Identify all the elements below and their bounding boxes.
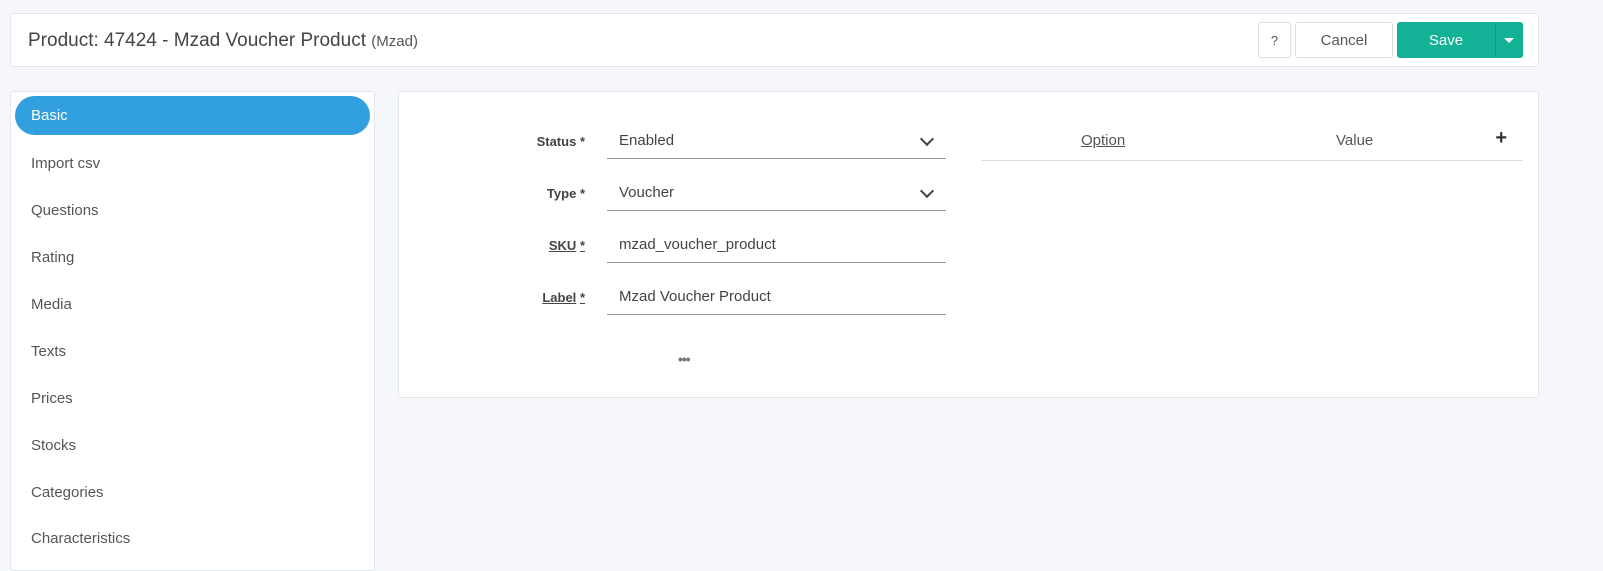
- sidebar-item-prices[interactable]: Prices: [15, 379, 370, 418]
- sku-input[interactable]: mzad_voucher_product: [607, 227, 946, 263]
- more-fields-toggle[interactable]: •••: [678, 351, 691, 367]
- sidebar-item-categories[interactable]: Categories: [15, 473, 370, 512]
- required-marker: *: [579, 238, 585, 253]
- caret-down-icon: [1504, 37, 1514, 43]
- add-option-icon[interactable]: +: [1495, 127, 1507, 150]
- sidebar-item-basic[interactable]: Basic: [15, 96, 370, 135]
- label-value: Mzad Voucher Product: [619, 288, 771, 305]
- help-button[interactable]: ?: [1258, 22, 1291, 58]
- option-column-header[interactable]: Option: [1081, 132, 1125, 149]
- sku-label: SKU *: [399, 238, 585, 253]
- value-column-header: Value: [1336, 132, 1374, 149]
- sidebar-item-import-csv[interactable]: Import csv: [15, 144, 370, 183]
- required-marker: *: [579, 186, 585, 201]
- basic-form-panel: Status * Enabled Type * Voucher SKU * mz…: [398, 91, 1539, 398]
- label-label-text: Label: [542, 290, 577, 305]
- sku-value: mzad_voucher_product: [619, 236, 776, 253]
- save-options-dropdown-button[interactable]: [1495, 22, 1523, 58]
- type-label-text: Type: [546, 186, 577, 201]
- sku-label-text: SKU: [548, 238, 577, 253]
- save-button[interactable]: Save: [1397, 22, 1495, 58]
- sidebar-item-texts[interactable]: Texts: [15, 332, 370, 371]
- status-select[interactable]: Enabled: [607, 123, 946, 159]
- status-value: Enabled: [619, 132, 675, 149]
- type-label: Type *: [399, 186, 585, 201]
- page-title-text: Product: 47424 - Mzad Voucher Product: [28, 30, 366, 51]
- header-bar: Product: 47424 - Mzad Voucher Product (M…: [10, 13, 1539, 67]
- label-label: Label *: [399, 290, 585, 305]
- label-input[interactable]: Mzad Voucher Product: [607, 279, 946, 315]
- sidebar-item-media[interactable]: Media: [15, 285, 370, 324]
- sidebar-item-rating[interactable]: Rating: [15, 238, 370, 277]
- status-label: Status *: [399, 134, 585, 149]
- status-label-text: Status: [536, 134, 577, 149]
- page-title: Product: 47424 - Mzad Voucher Product (M…: [28, 30, 418, 52]
- sidebar-item-questions[interactable]: Questions: [15, 191, 370, 230]
- type-value: Voucher: [619, 184, 675, 201]
- cancel-button[interactable]: Cancel: [1295, 22, 1393, 58]
- options-table-header: Option Value +: [981, 127, 1523, 161]
- type-select[interactable]: Voucher: [607, 175, 946, 211]
- required-marker: *: [579, 134, 585, 149]
- sidebar-item-characteristics[interactable]: Characteristics: [15, 519, 370, 558]
- sidebar-nav: Basic Import csv Questions Rating Media …: [10, 91, 375, 571]
- required-marker: *: [579, 290, 585, 305]
- chevron-down-icon: [919, 131, 935, 147]
- chevron-down-icon: [919, 183, 935, 199]
- page-subtitle: (Mzad): [371, 33, 418, 50]
- sidebar-item-stocks[interactable]: Stocks: [15, 426, 370, 465]
